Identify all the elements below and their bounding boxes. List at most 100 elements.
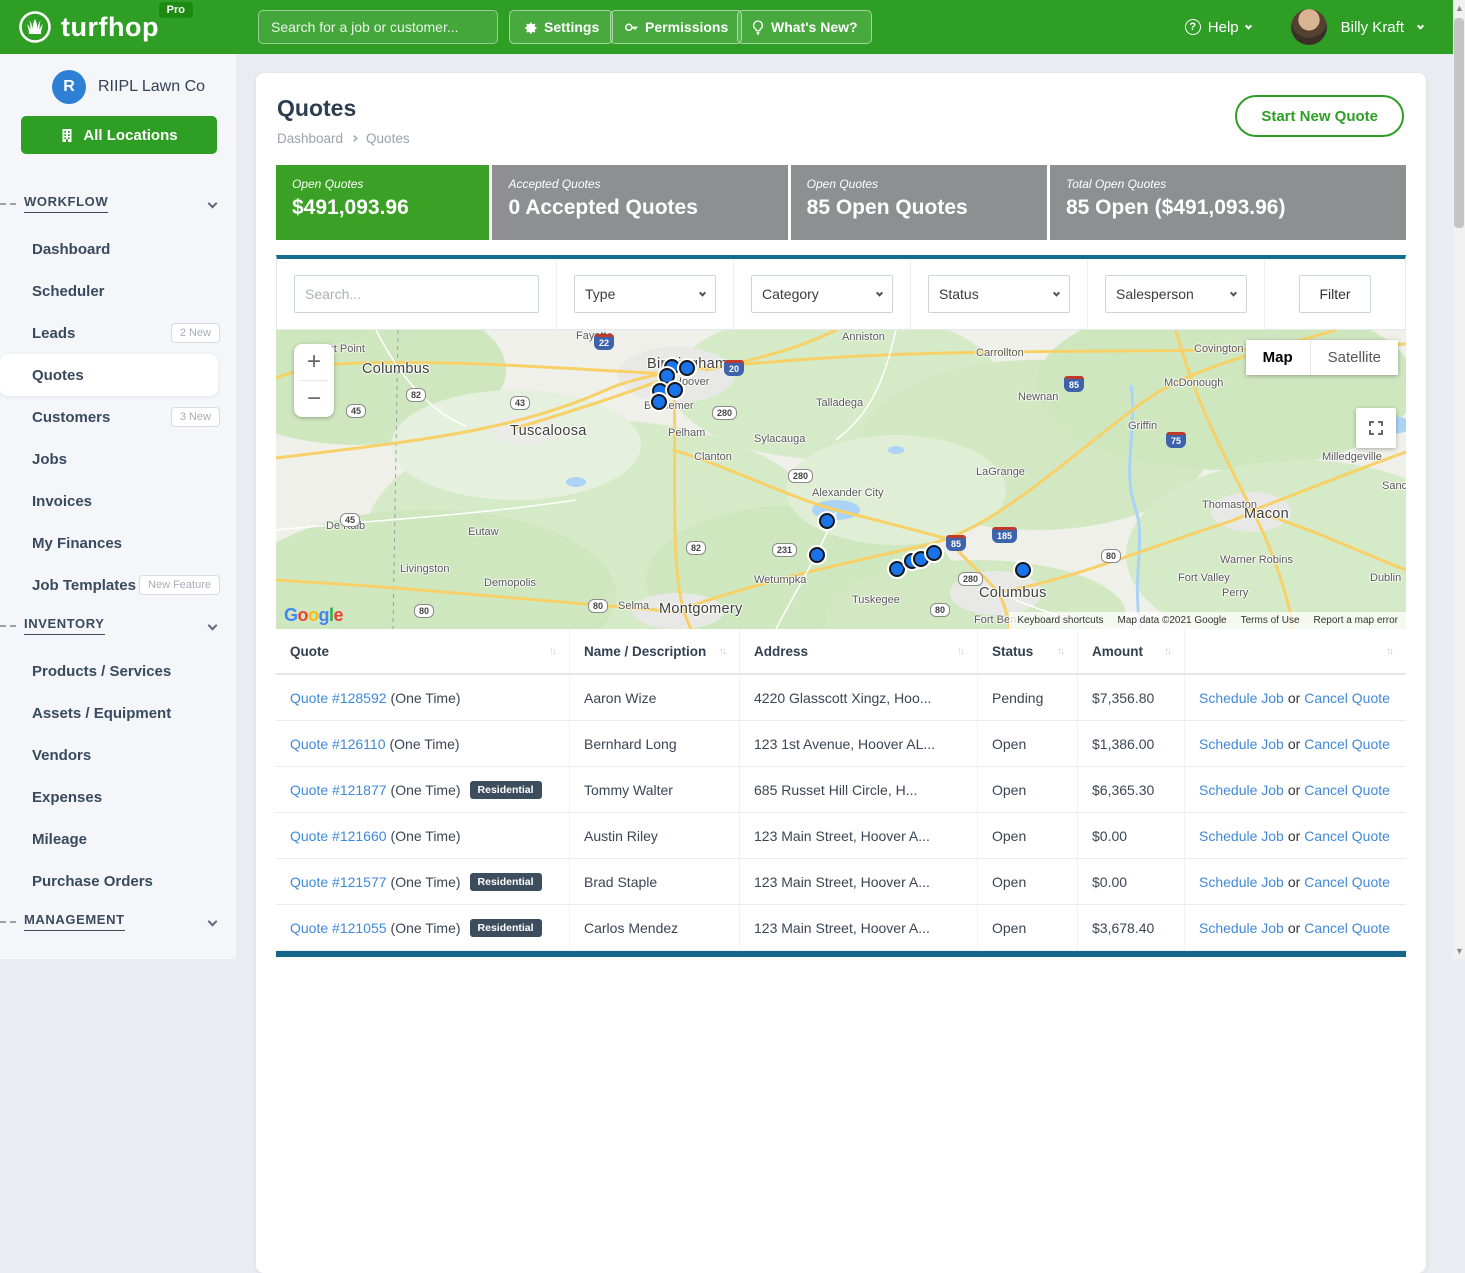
global-search-input[interactable] <box>258 10 498 44</box>
column-header-name[interactable]: Name / Description <box>570 629 740 673</box>
breadcrumb-quotes: Quotes <box>366 131 410 146</box>
sort-icon <box>1164 646 1170 657</box>
column-header-quote[interactable]: Quote <box>276 629 570 673</box>
app-logo[interactable]: turfhop Pro <box>18 10 159 44</box>
sidebar-item-customers[interactable]: Customers3 New <box>0 396 236 438</box>
fullscreen-button[interactable] <box>1356 408 1396 448</box>
table-search-input[interactable] <box>294 275 539 313</box>
keyboard-shortcuts-link[interactable]: Keyboard shortcuts <box>1017 615 1103 626</box>
all-locations-button[interactable]: All Locations <box>21 116 217 154</box>
sidebar-item-dashboard[interactable]: Dashboard <box>0 228 236 270</box>
satellite-view-button[interactable]: Satellite <box>1311 340 1398 375</box>
scrollbar-thumb[interactable] <box>1454 18 1464 228</box>
sidebar-item-scheduler[interactable]: Scheduler <box>0 270 236 312</box>
cancel-quote-link[interactable]: Cancel Quote <box>1304 736 1390 752</box>
status: Open <box>978 905 1078 950</box>
lightbulb-icon <box>751 20 765 35</box>
sidebar-item-expenses[interactable]: Expenses <box>0 776 236 818</box>
sidebar-item-job-templates[interactable]: Job TemplatesNew Feature <box>0 564 236 606</box>
schedule-job-link[interactable]: Schedule Job <box>1199 690 1284 706</box>
column-header-amount[interactable]: Amount <box>1078 629 1185 673</box>
quote-link[interactable]: Quote #121055 <box>290 920 387 936</box>
map-quote-marker[interactable] <box>926 545 942 561</box>
category-dropdown[interactable]: Category <box>751 275 893 313</box>
google-logo[interactable]: Google <box>284 605 343 626</box>
salesperson-dropdown[interactable]: Salesperson <box>1105 275 1247 313</box>
permissions-button[interactable]: Permissions <box>610 10 742 44</box>
interstate-shield: 75 <box>1166 432 1186 448</box>
settings-button[interactable]: Settings <box>509 10 613 44</box>
sidebar-item-leads[interactable]: Leads2 New <box>0 312 236 354</box>
breadcrumb-dashboard[interactable]: Dashboard <box>277 131 343 146</box>
page-scrollbar[interactable]: ▲ ▼ <box>1453 0 1465 959</box>
map-quote-marker[interactable] <box>679 360 695 376</box>
filter-button[interactable]: Filter <box>1299 275 1371 313</box>
sidebar-item-jobs[interactable]: Jobs <box>0 438 236 480</box>
report-map-error-link[interactable]: Report a map error <box>1314 615 1398 626</box>
cancel-quote-link[interactable]: Cancel Quote <box>1304 920 1390 936</box>
zoom-out-button[interactable]: − <box>294 381 334 417</box>
sidebar-item-vendors[interactable]: Vendors <box>0 734 236 776</box>
terms-of-use-link[interactable]: Terms of Use <box>1241 615 1300 626</box>
help-menu[interactable]: ? Help <box>1185 19 1251 36</box>
sidebar-item-quotes[interactable]: Quotes <box>0 354 218 396</box>
table-bottom-border <box>276 951 1406 957</box>
quote-link[interactable]: Quote #128592 <box>290 690 387 706</box>
section-management[interactable]: MANAGEMENT <box>24 902 216 940</box>
column-header-status[interactable]: Status <box>978 629 1078 673</box>
scroll-down-arrow[interactable]: ▼ <box>1455 947 1463 955</box>
cancel-quote-link[interactable]: Cancel Quote <box>1304 874 1390 890</box>
schedule-job-link[interactable]: Schedule Job <box>1199 920 1284 936</box>
whats-new-button[interactable]: What's New? <box>737 10 872 44</box>
customer-name: Austin Riley <box>570 813 740 858</box>
fullscreen-icon <box>1369 421 1383 435</box>
map-city-label: Livingston <box>400 563 450 575</box>
cancel-quote-link[interactable]: Cancel Quote <box>1304 782 1390 798</box>
sidebar-item-invoices[interactable]: Invoices <box>0 480 236 522</box>
map-city-label: Fort Valley <box>1178 572 1230 584</box>
quote-link[interactable]: Quote #121660 <box>290 828 387 844</box>
sidebar-item-mileage[interactable]: Mileage <box>0 818 236 860</box>
sidebar-item-assets-equipment[interactable]: Assets / Equipment <box>0 692 236 734</box>
map-city-label: Tuscaloosa <box>510 423 587 439</box>
column-header-actions[interactable] <box>1185 629 1406 673</box>
schedule-job-link[interactable]: Schedule Job <box>1199 782 1284 798</box>
map-quote-marker[interactable] <box>651 394 667 410</box>
customer-name: Carlos Mendez <box>570 905 740 950</box>
zoom-in-button[interactable]: + <box>294 344 334 380</box>
map-view-button[interactable]: Map <box>1246 340 1310 375</box>
quote-link[interactable]: Quote #121877 <box>290 782 387 798</box>
status-dropdown[interactable]: Status <box>928 275 1070 313</box>
start-new-quote-button[interactable]: Start New Quote <box>1235 95 1404 137</box>
map-quote-marker[interactable] <box>809 547 825 563</box>
column-header-address[interactable]: Address <box>740 629 978 673</box>
company-switcher[interactable]: R RIIPL Lawn Co <box>52 70 236 104</box>
scroll-up-arrow[interactable]: ▲ <box>1455 4 1463 12</box>
sidebar-item-my-finances[interactable]: My Finances <box>0 522 236 564</box>
chevron-down-icon[interactable] <box>1417 22 1424 29</box>
map-quote-marker[interactable] <box>819 513 835 529</box>
section-workflow[interactable]: WORKFLOW <box>24 184 216 222</box>
schedule-job-link[interactable]: Schedule Job <box>1199 736 1284 752</box>
type-dropdown[interactable]: Type <box>574 275 716 313</box>
route-shield: 43 <box>510 396 530 410</box>
section-inventory[interactable]: INVENTORY <box>24 606 216 644</box>
schedule-job-link[interactable]: Schedule Job <box>1199 874 1284 890</box>
section-reports[interactable]: REPORTS <box>24 946 216 959</box>
sidebar-item-purchase-orders[interactable]: Purchase Orders <box>0 860 236 902</box>
quote-link[interactable]: Quote #126110 <box>290 736 386 752</box>
route-shield: 45 <box>346 404 366 418</box>
route-shield: 280 <box>712 406 737 420</box>
address: 123 Main Street, Hoover A... <box>740 813 978 858</box>
sidebar-item-products-services[interactable]: Products / Services <box>0 650 236 692</box>
quote-link[interactable]: Quote #121577 <box>290 874 387 890</box>
map-quote-marker[interactable] <box>889 561 905 577</box>
map-quote-marker[interactable] <box>1015 562 1031 578</box>
user-name[interactable]: Billy Kraft <box>1341 19 1404 36</box>
cancel-quote-link[interactable]: Cancel Quote <box>1304 690 1390 706</box>
user-avatar[interactable] <box>1291 9 1327 45</box>
cancel-quote-link[interactable]: Cancel Quote <box>1304 828 1390 844</box>
quotes-map[interactable]: FayetteWest PointColumbusTuscaloosaBirmi… <box>276 330 1406 629</box>
map-quote-marker[interactable] <box>667 382 683 398</box>
schedule-job-link[interactable]: Schedule Job <box>1199 828 1284 844</box>
